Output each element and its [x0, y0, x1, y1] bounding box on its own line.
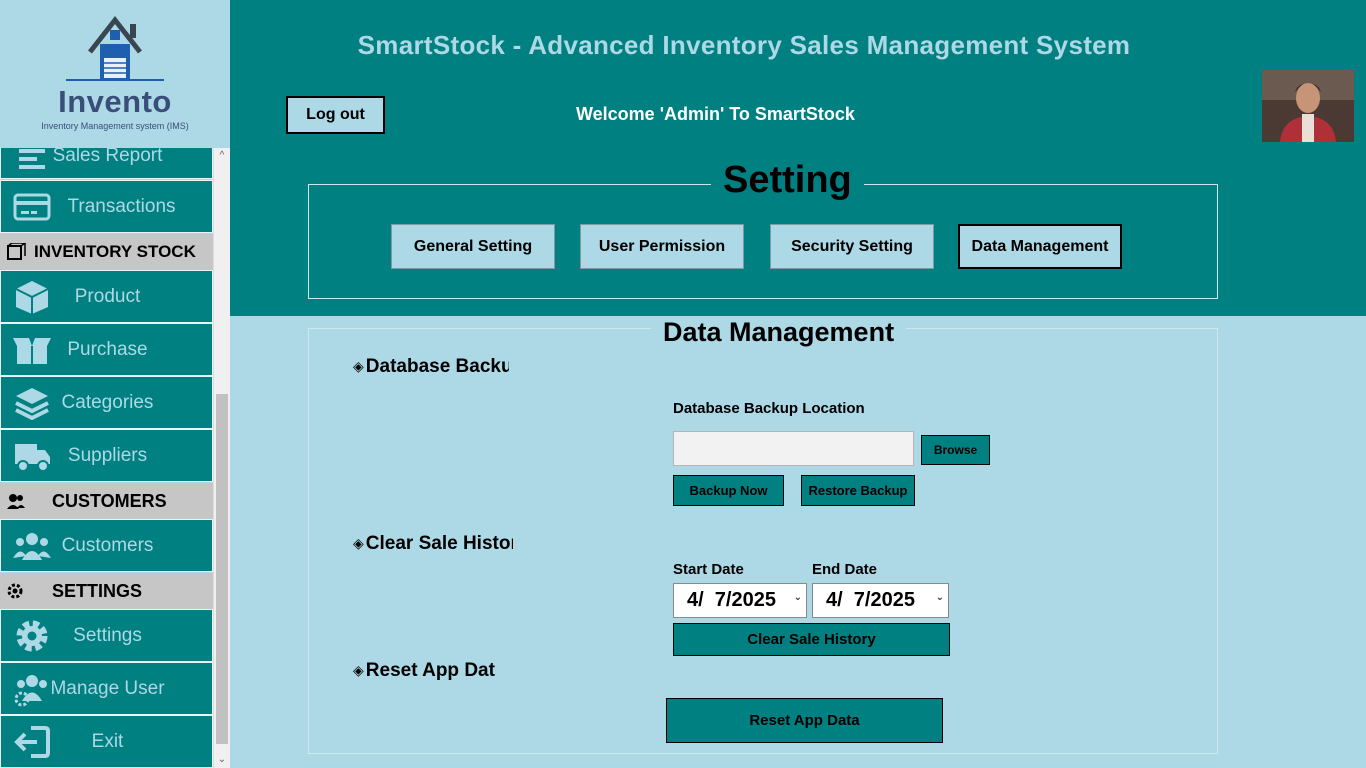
restore-backup-button[interactable]: Restore Backup	[801, 475, 915, 506]
customers-icon	[6, 492, 26, 510]
end-date-value: 4/ 7/2025	[826, 589, 915, 611]
chevron-down-icon[interactable]: ⌄	[936, 592, 944, 603]
reset-section-label: ◈ Reset App Dat	[353, 660, 495, 681]
data-management-panel: Data Management ◈ Database Backu Database…	[308, 317, 1218, 754]
sidebar-scrollbar[interactable]: ^ ⌄	[213, 148, 230, 768]
chevron-down-icon[interactable]: ⌄	[794, 592, 802, 603]
scroll-down-icon[interactable]: ⌄	[214, 752, 230, 768]
start-date-picker[interactable]: 4/ 7/2025 ⌄	[673, 583, 807, 618]
backup-section-label: ◈ Database Backu	[353, 356, 509, 377]
sidebar-item-settings[interactable]: Settings	[0, 609, 213, 662]
diamond-icon: ◈	[353, 535, 364, 551]
clear-history-section-label: ◈ Clear Sale Histoı	[353, 533, 513, 554]
section-label: SETTINGS	[52, 580, 143, 601]
backup-now-button[interactable]: Backup Now	[673, 475, 784, 506]
sidebar-item-customers[interactable]: Customers	[0, 519, 213, 572]
header: SmartStock - Advanced Inventory Sales Ma…	[230, 0, 1366, 316]
sidebar-item-label: Manage User	[50, 677, 165, 699]
sidebar-item-product[interactable]: Product	[0, 270, 213, 323]
sidebar-item-transactions[interactable]: Transactions	[0, 180, 213, 233]
logo-title: Invento	[58, 84, 172, 119]
sidebar-item-label: Customers	[61, 534, 154, 556]
setting-title: Setting	[711, 159, 864, 202]
logo-subtitle: Inventory Management system (IMS)	[41, 121, 189, 131]
scroll-thumb[interactable]	[216, 394, 228, 744]
sidebar-item-label: Settings	[73, 624, 142, 646]
sidebar-item-exit[interactable]: Exit	[0, 715, 213, 768]
end-date-label: End Date	[812, 561, 878, 578]
sidebar-item-manage-user[interactable]: Manage User	[0, 662, 213, 715]
start-date-value: 4/ 7/2025	[687, 589, 776, 611]
sidebar-item-label: Suppliers	[67, 444, 148, 466]
backup-location-label: Database Backup Location	[673, 400, 865, 417]
sidebar-item-label: Categories	[61, 391, 154, 413]
diamond-icon: ◈	[353, 662, 364, 678]
reset-app-data-button[interactable]: Reset App Data	[666, 698, 943, 743]
sidebar-item-suppliers[interactable]: Suppliers	[0, 429, 213, 482]
sidebar-item-label: Transactions	[67, 195, 176, 217]
start-date-label: Start Date	[673, 561, 744, 578]
sidebar-item-purchase[interactable]: Purchase	[0, 323, 213, 376]
sidebar-nav: Sales Report Transactions INVENTORY STOC…	[0, 148, 213, 768]
house-logo-icon	[66, 15, 164, 81]
section-customers: CUSTOMERS	[0, 483, 213, 519]
panel-title: Data Management	[651, 317, 907, 348]
section-inventory-stock: INVENTORY STOCK	[0, 234, 213, 270]
section-label: INVENTORY STOCK	[34, 242, 196, 261]
clear-sale-history-button[interactable]: Clear Sale History	[673, 623, 950, 656]
browse-button[interactable]: Browse	[921, 435, 990, 465]
sidebar-item-sales-report[interactable]: Sales Report	[0, 148, 213, 179]
scroll-up-icon[interactable]: ^	[214, 148, 230, 164]
sidebar-item-label: Sales Report	[52, 148, 163, 166]
app-logo: Invento Inventory Management system (IMS…	[0, 0, 230, 148]
tab-data-management[interactable]: Data Management	[958, 224, 1122, 269]
end-date-picker[interactable]: 4/ 7/2025 ⌄	[812, 583, 949, 618]
app-title: SmartStock - Advanced Inventory Sales Ma…	[357, 30, 1131, 60]
tab-security-setting[interactable]: Security Setting	[770, 224, 934, 269]
welcome-message: Welcome 'Admin' To SmartStock	[576, 104, 855, 124]
section-settings: SETTINGS	[0, 573, 213, 609]
tab-user-permission[interactable]: User Permission	[580, 224, 744, 269]
stock-icon	[6, 242, 28, 261]
tab-general-setting[interactable]: General Setting	[391, 224, 555, 269]
section-label: CUSTOMERS	[52, 490, 167, 511]
sidebar-item-label: Purchase	[67, 338, 148, 360]
sidebar: Invento Inventory Management system (IMS…	[0, 0, 230, 768]
sidebar-item-label: Product	[74, 285, 141, 307]
backup-location-input[interactable]	[673, 431, 914, 466]
sidebar-item-categories[interactable]: Categories	[0, 376, 213, 429]
settings-icon	[6, 582, 26, 600]
diamond-icon: ◈	[353, 358, 364, 374]
logout-button[interactable]: Log out	[286, 96, 385, 134]
setting-panel: Setting General Setting User Permission …	[308, 159, 1218, 299]
avatar	[1262, 70, 1354, 142]
sidebar-item-label: Exit	[91, 730, 124, 752]
